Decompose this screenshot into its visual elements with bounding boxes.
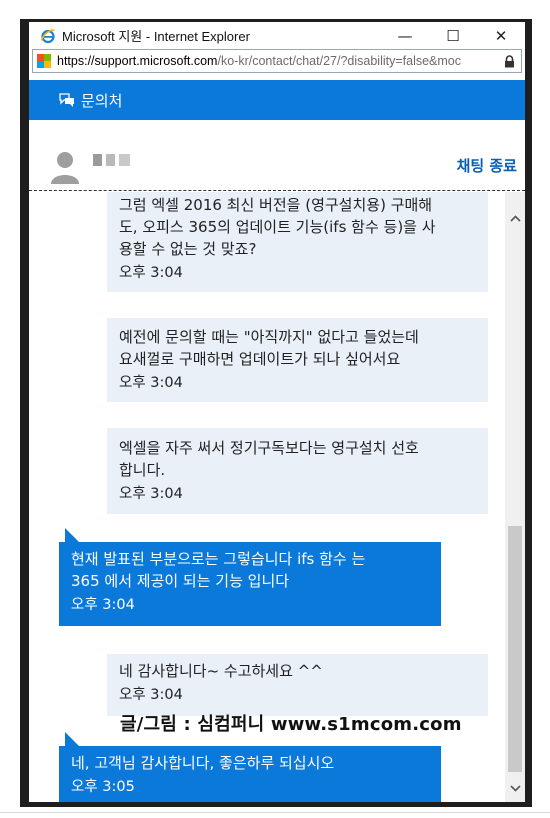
avatar	[51, 150, 79, 184]
agent-bubble-tail	[65, 528, 79, 542]
message-time: 오후 3:04	[119, 486, 183, 502]
message-line: 그럼 엑셀 2016 최신 버전을 (영구설치용) 구매해	[119, 196, 433, 214]
lock-icon[interactable]	[501, 53, 517, 69]
agent-message: 네, 고객님 감사합니다, 좋은하루 되십시오 오후 3:05	[59, 746, 441, 802]
maximize-button[interactable]: ☐	[429, 22, 477, 49]
agent-name-blurred	[93, 154, 130, 166]
chat-bubbles-icon	[59, 92, 75, 108]
scroll-up-chevron-icon[interactable]	[505, 208, 525, 228]
divider	[29, 190, 525, 191]
message-line: 365 에서 제공이 되는 기능 입니다	[71, 572, 290, 590]
message-time: 오후 3:04	[71, 597, 135, 613]
message-time: 오후 3:04	[119, 375, 183, 391]
minimize-button[interactable]: —	[381, 22, 429, 49]
agent-bar: 채팅 종료	[29, 120, 525, 192]
url-path: /ko-kr/contact/chat/27/?disability=false…	[217, 54, 462, 68]
message-line: 네 감사합니다~ 수고하세요 ^^	[119, 662, 323, 680]
user-message: 예전에 문의할 때는 "아직까지" 없다고 들었는데 요새껄로 구매하면 업데이…	[107, 318, 488, 402]
url-text[interactable]: https://support.microsoft.com/ko-kr/cont…	[57, 54, 501, 68]
user-message: 엑셀을 자주 써서 정기구독보다는 영구설치 선호 합니다. 오후 3:04	[107, 428, 488, 514]
message-time: 오후 3:05	[71, 779, 135, 795]
scroll-thumb[interactable]	[508, 526, 522, 772]
agent-message: 현재 발표된 부분으로는 그렇습니다 ifs 함수 는 365 에서 제공이 되…	[59, 542, 441, 626]
message-line: 네, 고객님 감사합니다, 좋은하루 되십시오	[71, 754, 335, 772]
user-message: 네 감사합니다~ 수고하세요 ^^ 오후 3:04	[107, 654, 488, 716]
header-title: 문의처	[81, 91, 123, 110]
message-line: 합니다.	[119, 461, 166, 479]
message-line: 용할 수 없는 것 맞죠?	[119, 240, 257, 258]
scroll-down-chevron-icon[interactable]	[505, 778, 525, 798]
browser-window: Microsoft 지원 - Internet Explorer — ☐ ✕ h…	[29, 22, 525, 802]
message-time: 오후 3:04	[119, 687, 183, 703]
message-line: 예전에 문의할 때는 "아직까지" 없다고 들었는데	[119, 328, 419, 346]
message-line: 엑셀을 자주 써서 정기구독보다는 영구설치 선호	[119, 439, 419, 457]
watermark-text: 글/그림 : 심컴퍼니 www.s1mcom.com	[120, 714, 462, 735]
address-bar[interactable]: https://support.microsoft.com/ko-kr/cont…	[32, 49, 522, 73]
message-line: 요새껄로 구매하면 업데이트가 되나 싶어서요	[119, 350, 401, 368]
internet-explorer-icon	[40, 28, 56, 44]
message-line: 현재 발표된 부분으로는 그렇습니다 ifs 함수 는	[71, 550, 366, 568]
end-chat-link[interactable]: 채팅 종료	[457, 155, 517, 176]
chat-scrollbar[interactable]	[505, 192, 525, 802]
user-message: 그럼 엑셀 2016 최신 버전을 (영구설치용) 구매해 도, 오피스 365…	[107, 192, 488, 292]
message-time: 오후 3:04	[119, 265, 183, 281]
chat-header: 문의처	[29, 80, 525, 120]
url-domain: https://support.microsoft.com	[57, 54, 218, 68]
microsoft-logo-icon	[37, 54, 51, 68]
window-title: Microsoft 지원 - Internet Explorer	[62, 29, 250, 44]
page-bottom-line	[0, 812, 550, 813]
message-line: 도, 오피스 365의 업데이트 기능(ifs 함수 등)을 사	[119, 218, 436, 236]
agent-bubble-tail	[65, 732, 79, 746]
close-button[interactable]: ✕	[477, 22, 525, 49]
title-bar: Microsoft 지원 - Internet Explorer — ☐ ✕	[29, 22, 525, 49]
